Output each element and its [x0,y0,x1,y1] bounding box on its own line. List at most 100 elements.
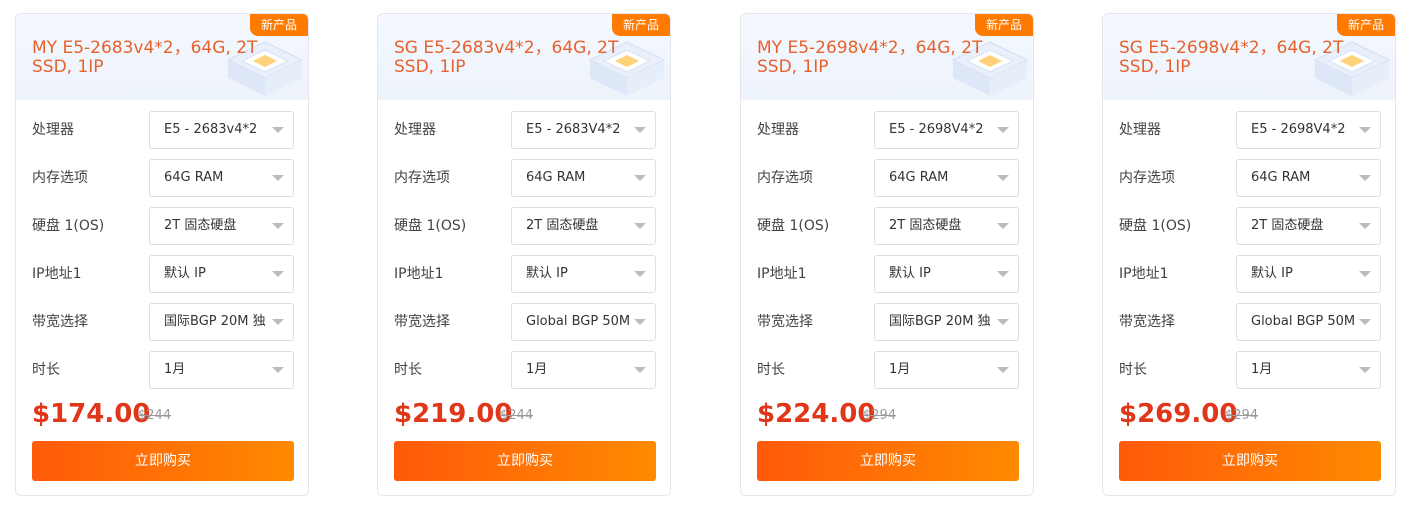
dropdown-arrow-icon [634,223,646,229]
select-value: 64G RAM [889,170,949,185]
option-row-memory: 内存选项 64G RAM [394,159,656,197]
option-row-disk: 硬盘 1(OS) 2T 固态硬盘 [394,207,656,245]
bandwidth-select[interactable]: Global BGP 50M [511,303,656,341]
dropdown-arrow-icon [634,127,646,133]
ip-select[interactable]: 默认 IP [1236,255,1381,293]
memory-select[interactable]: 64G RAM [874,159,1019,197]
product-title: MY E5-2698v4*2，64G, 2T SSD, 1IP [757,38,983,77]
select-value: 2T 固态硬盘 [1251,218,1324,233]
ip-select[interactable]: 默认 IP [511,255,656,293]
disk-select[interactable]: 2T 固态硬盘 [511,207,656,245]
duration-select[interactable]: 1月 [874,351,1019,389]
select-value: 64G RAM [1251,170,1311,185]
bandwidth-select[interactable]: Global BGP 50M [1236,303,1381,341]
option-label: 处理器 [1119,122,1161,138]
dropdown-arrow-icon [634,367,646,373]
memory-select[interactable]: 64G RAM [511,159,656,197]
option-label: 处理器 [32,122,74,138]
bandwidth-select[interactable]: 国际BGP 20M 独 [874,303,1019,341]
ip-select[interactable]: 默认 IP [149,255,294,293]
cpu-select[interactable]: E5 - 2698V4*2 [1236,111,1381,149]
dropdown-arrow-icon [1359,319,1371,325]
memory-select[interactable]: 64G RAM [1236,159,1381,197]
bandwidth-select[interactable]: 国际BGP 20M 独 [149,303,294,341]
option-label: IP地址1 [32,266,82,282]
disk-select[interactable]: 2T 固态硬盘 [149,207,294,245]
select-value: 2T 固态硬盘 [526,218,599,233]
select-value: 2T 固态硬盘 [164,218,237,233]
product-grid: 新产品 MY E5-2683v4*2，64G, 2T SSD, 1IP 处理器 … [0,0,1424,515]
option-row-ip: IP地址1 默认 IP [1119,255,1381,293]
disk-select[interactable]: 2T 固态硬盘 [874,207,1019,245]
option-row-duration: 时长 1月 [394,351,656,389]
buy-now-button[interactable]: 立即购买 [394,441,656,481]
original-price: $244 [500,408,534,423]
duration-select[interactable]: 1月 [149,351,294,389]
option-label: 内存选项 [32,170,88,186]
option-label: 硬盘 1(OS) [32,218,105,234]
option-label: 硬盘 1(OS) [394,218,467,234]
memory-select[interactable]: 64G RAM [149,159,294,197]
option-row-cpu: 处理器 E5 - 2683V4*2 [394,111,656,149]
dropdown-arrow-icon [997,367,1009,373]
option-row-bandwidth: 带宽选择 Global BGP 50M [394,303,656,341]
option-label: 处理器 [757,122,799,138]
ip-select[interactable]: 默认 IP [874,255,1019,293]
original-price: $244 [138,408,172,423]
product-title: MY E5-2683v4*2，64G, 2T SSD, 1IP [32,38,258,77]
option-label: IP地址1 [394,266,444,282]
new-product-badge: 新产品 [611,14,670,36]
option-label: 内存选项 [394,170,450,186]
buy-now-button[interactable]: 立即购买 [757,441,1019,481]
select-value: 国际BGP 20M 独 [164,314,266,329]
dropdown-arrow-icon [997,223,1009,229]
option-row-cpu: 处理器 E5 - 2698V4*2 [757,111,1019,149]
select-value: 64G RAM [164,170,224,185]
select-value: 1月 [889,362,911,377]
duration-select[interactable]: 1月 [1236,351,1381,389]
select-value: 1月 [526,362,548,377]
option-label: 时长 [757,362,785,378]
select-value: E5 - 2683V4*2 [526,122,621,137]
option-row-ip: IP地址1 默认 IP [757,255,1019,293]
dropdown-arrow-icon [272,127,284,133]
select-value: 默认 IP [889,266,931,281]
cpu-select[interactable]: E5 - 2698V4*2 [874,111,1019,149]
option-label: 带宽选择 [757,314,813,330]
disk-select[interactable]: 2T 固态硬盘 [1236,207,1381,245]
product-card: 新产品 SG E5-2698v4*2，64G, 2T SSD, 1IP 处理器 … [1102,13,1396,496]
option-row-cpu: 处理器 E5 - 2683v4*2 [32,111,294,149]
product-title: SG E5-2683v4*2，64G, 2T SSD, 1IP [394,38,619,77]
new-product-badge: 新产品 [1336,14,1395,36]
duration-select[interactable]: 1月 [511,351,656,389]
dropdown-arrow-icon [997,127,1009,133]
option-row-duration: 时长 1月 [1119,351,1381,389]
dropdown-arrow-icon [1359,127,1371,133]
price: $174.00 [32,399,151,429]
option-label: 处理器 [394,122,436,138]
dropdown-arrow-icon [997,319,1009,325]
option-label: 带宽选择 [32,314,88,330]
option-row-memory: 内存选项 64G RAM [32,159,294,197]
buy-now-button[interactable]: 立即购买 [1119,441,1381,481]
buy-now-button[interactable]: 立即购买 [32,441,294,481]
select-value: E5 - 2698V4*2 [889,122,984,137]
dropdown-arrow-icon [997,175,1009,181]
dropdown-arrow-icon [1359,367,1371,373]
option-label: 内存选项 [1119,170,1175,186]
select-value: 64G RAM [526,170,586,185]
product-card: 新产品 SG E5-2683v4*2，64G, 2T SSD, 1IP 处理器 … [377,13,671,496]
option-row-ip: IP地址1 默认 IP [394,255,656,293]
select-value: 2T 固态硬盘 [889,218,962,233]
cpu-select[interactable]: E5 - 2683v4*2 [149,111,294,149]
dropdown-arrow-icon [272,175,284,181]
dropdown-arrow-icon [272,271,284,277]
option-label: IP地址1 [757,266,807,282]
option-label: 时长 [1119,362,1147,378]
select-value: 国际BGP 20M 独 [889,314,991,329]
option-label: 内存选项 [757,170,813,186]
dropdown-arrow-icon [634,271,646,277]
dropdown-arrow-icon [1359,175,1371,181]
price-row: $224.00 $294 [757,397,1019,431]
cpu-select[interactable]: E5 - 2683V4*2 [511,111,656,149]
